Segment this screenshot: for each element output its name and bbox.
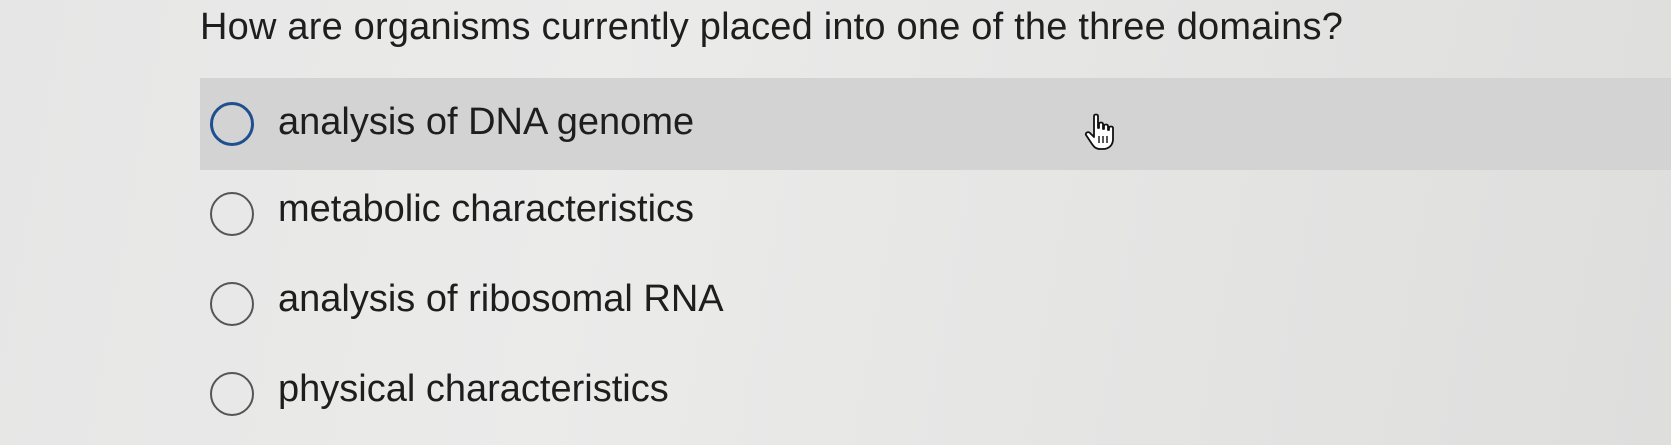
option-label: physical characteristics bbox=[278, 368, 669, 410]
radio-button[interactable] bbox=[210, 372, 254, 416]
hand-pointer-icon bbox=[1084, 113, 1114, 150]
option-label: analysis of DNA genome bbox=[278, 101, 695, 143]
radio-button[interactable] bbox=[210, 282, 254, 326]
radio-button[interactable] bbox=[210, 102, 254, 146]
option-dna-genome[interactable]: analysis of DNA genome bbox=[200, 78, 1671, 170]
option-ribosomal-rna[interactable]: analysis of ribosomal RNA bbox=[200, 258, 1671, 350]
question-text: How are organisms currently placed into … bbox=[200, 6, 1344, 48]
option-label: metabolic characteristics bbox=[278, 188, 695, 230]
option-physical[interactable]: physical characteristics bbox=[200, 350, 1671, 445]
radio-button[interactable] bbox=[210, 192, 254, 236]
option-metabolic[interactable]: metabolic characteristics bbox=[200, 168, 1671, 260]
option-label: analysis of ribosomal RNA bbox=[278, 278, 724, 320]
